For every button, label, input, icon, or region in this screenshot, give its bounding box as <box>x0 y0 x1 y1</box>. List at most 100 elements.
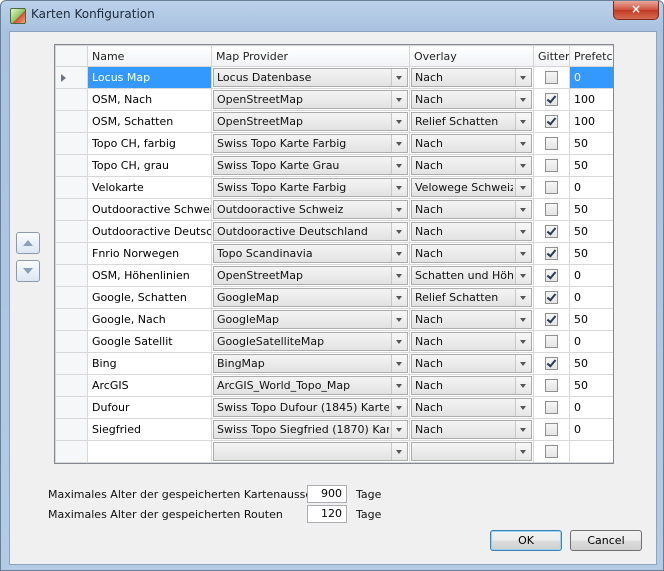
overlay-dropdown[interactable]: Nach <box>411 354 532 373</box>
gitter-checkbox[interactable] <box>545 335 558 348</box>
table-row[interactable]: Locus Map Locus Datenbase Nach 0 <box>55 66 613 89</box>
row-header[interactable] <box>55 66 88 89</box>
prefetch-cell[interactable]: 0 <box>569 418 613 441</box>
prefetch-cell[interactable]: 0 <box>569 66 613 89</box>
chevron-down-icon[interactable] <box>515 223 531 240</box>
row-header[interactable] <box>55 374 88 397</box>
chevron-down-icon[interactable] <box>515 91 531 108</box>
prefetch-cell[interactable]: 0 <box>569 396 613 419</box>
overlay-dropdown[interactable]: Nach <box>411 376 532 395</box>
map-provider-dropdown[interactable]: Outdooractive Schweiz <box>213 200 408 219</box>
map-provider-dropdown[interactable]: Locus Datenbase <box>213 68 408 87</box>
name-cell[interactable]: Bing <box>87 352 212 375</box>
overlay-dropdown[interactable]: Nach <box>411 332 532 351</box>
close-button[interactable]: × <box>613 1 659 20</box>
overlay-dropdown[interactable]: Relief Schatten <box>411 288 532 307</box>
gitter-checkbox[interactable] <box>545 357 558 370</box>
name-cell[interactable]: Dufour <box>87 396 212 419</box>
gitter-checkbox[interactable] <box>545 423 558 436</box>
chevron-down-icon[interactable] <box>515 267 531 284</box>
row-header[interactable] <box>55 396 88 419</box>
prefetch-cell[interactable]: 50 <box>569 132 613 155</box>
chevron-down-icon[interactable] <box>515 201 531 218</box>
column-header-map-provider[interactable]: Map Provider <box>211 45 410 67</box>
chevron-down-icon[interactable] <box>391 355 407 372</box>
gitter-checkbox[interactable] <box>545 115 558 128</box>
chevron-down-icon[interactable] <box>515 135 531 152</box>
row-header[interactable] <box>55 286 88 309</box>
gitter-checkbox[interactable] <box>545 225 558 238</box>
prefetch-cell[interactable]: 0 <box>569 176 613 199</box>
chevron-down-icon[interactable] <box>391 333 407 350</box>
map-provider-dropdown[interactable]: BingMap <box>213 354 408 373</box>
table-row[interactable]: ArcGIS ArcGIS_World_Topo_Map Nach 50 <box>55 374 613 397</box>
overlay-dropdown[interactable]: Nach <box>411 420 532 439</box>
chevron-down-icon[interactable] <box>391 311 407 328</box>
gitter-checkbox[interactable] <box>545 93 558 106</box>
prefetch-cell[interactable]: 0 <box>569 264 613 287</box>
name-cell[interactable] <box>87 440 212 463</box>
chevron-down-icon[interactable] <box>515 443 531 460</box>
overlay-dropdown[interactable]: Nach <box>411 398 532 417</box>
name-cell[interactable]: Topo CH, farbig <box>87 132 212 155</box>
name-cell[interactable]: OSM, Schatten <box>87 110 212 133</box>
overlay-dropdown[interactable]: Nach <box>411 156 532 175</box>
chevron-down-icon[interactable] <box>515 113 531 130</box>
routes-max-age-input[interactable]: 120 <box>307 505 347 523</box>
chevron-down-icon[interactable] <box>391 135 407 152</box>
gitter-checkbox[interactable] <box>545 159 558 172</box>
table-row[interactable] <box>55 440 613 463</box>
table-row[interactable]: Google, Schatten GoogleMap Relief Schatten… <box>55 286 613 309</box>
title-bar[interactable]: Karten Konfiguration × <box>1 1 663 29</box>
row-header[interactable] <box>55 154 88 177</box>
row-header[interactable] <box>55 330 88 353</box>
overlay-dropdown[interactable] <box>411 442 532 461</box>
map-provider-dropdown[interactable]: Outdooractive Deutschland <box>213 222 408 241</box>
table-row[interactable]: Bing BingMap Nach 50 <box>55 352 613 375</box>
table-row[interactable]: Outdooractive Deutsc... Outdooractive Deu… <box>55 220 613 243</box>
row-header[interactable] <box>55 198 88 221</box>
chevron-down-icon[interactable] <box>515 245 531 262</box>
chevron-down-icon[interactable] <box>391 69 407 86</box>
gitter-checkbox[interactable] <box>545 247 558 260</box>
name-cell[interactable]: Google, Nach <box>87 308 212 331</box>
overlay-dropdown[interactable]: Velowege Schweiz <box>411 178 532 197</box>
name-cell[interactable]: Outdooractive Schweiz <box>87 198 212 221</box>
map-provider-dropdown[interactable]: Topo Scandinavia <box>213 244 408 263</box>
row-header[interactable] <box>55 88 88 111</box>
ok-button[interactable]: OK <box>490 530 562 551</box>
table-row[interactable]: Google, Nach GoogleMap Nach 50 <box>55 308 613 331</box>
chevron-down-icon[interactable] <box>391 113 407 130</box>
row-header[interactable] <box>55 440 88 463</box>
column-header-name[interactable]: Name <box>87 45 212 67</box>
table-row[interactable]: Fnrio Norwegen Topo Scandinavia Nach 50 <box>55 242 613 265</box>
overlay-dropdown[interactable]: Nach <box>411 200 532 219</box>
map-provider-dropdown[interactable]: GoogleMap <box>213 310 408 329</box>
prefetch-cell[interactable]: 0 <box>569 286 613 309</box>
column-header-prefetch[interactable]: Prefetch <box>569 45 613 67</box>
table-row[interactable]: Topo CH, grau Swiss Topo Karte Grau Nach 50 <box>55 154 613 177</box>
chevron-down-icon[interactable] <box>515 69 531 86</box>
gitter-checkbox[interactable] <box>545 203 558 216</box>
gitter-checkbox[interactable] <box>545 269 558 282</box>
chevron-down-icon[interactable] <box>391 223 407 240</box>
chevron-down-icon[interactable] <box>391 289 407 306</box>
gitter-checkbox[interactable] <box>545 445 558 458</box>
chevron-down-icon[interactable] <box>391 377 407 394</box>
name-cell[interactable]: Siegfried <box>87 418 212 441</box>
name-cell[interactable]: OSM, Nach <box>87 88 212 111</box>
chevron-down-icon[interactable] <box>391 201 407 218</box>
table-row[interactable]: Siegfried Swiss Topo Siegfried (1870) Kar… <box>55 418 613 441</box>
chevron-down-icon[interactable] <box>515 333 531 350</box>
map-provider-dropdown[interactable]: ArcGIS_World_Topo_Map <box>213 376 408 395</box>
prefetch-cell[interactable]: 50 <box>569 220 613 243</box>
row-header[interactable] <box>55 220 88 243</box>
prefetch-cell[interactable]: 50 <box>569 308 613 331</box>
map-provider-dropdown[interactable]: GoogleMap <box>213 288 408 307</box>
row-header[interactable] <box>55 418 88 441</box>
move-down-button[interactable] <box>16 260 40 282</box>
cancel-button[interactable]: Cancel <box>570 530 642 551</box>
chevron-down-icon[interactable] <box>515 399 531 416</box>
table-row[interactable]: OSM, Nach OpenStreetMap Nach 100 <box>55 88 613 111</box>
column-header-overlay[interactable]: Overlay <box>409 45 534 67</box>
